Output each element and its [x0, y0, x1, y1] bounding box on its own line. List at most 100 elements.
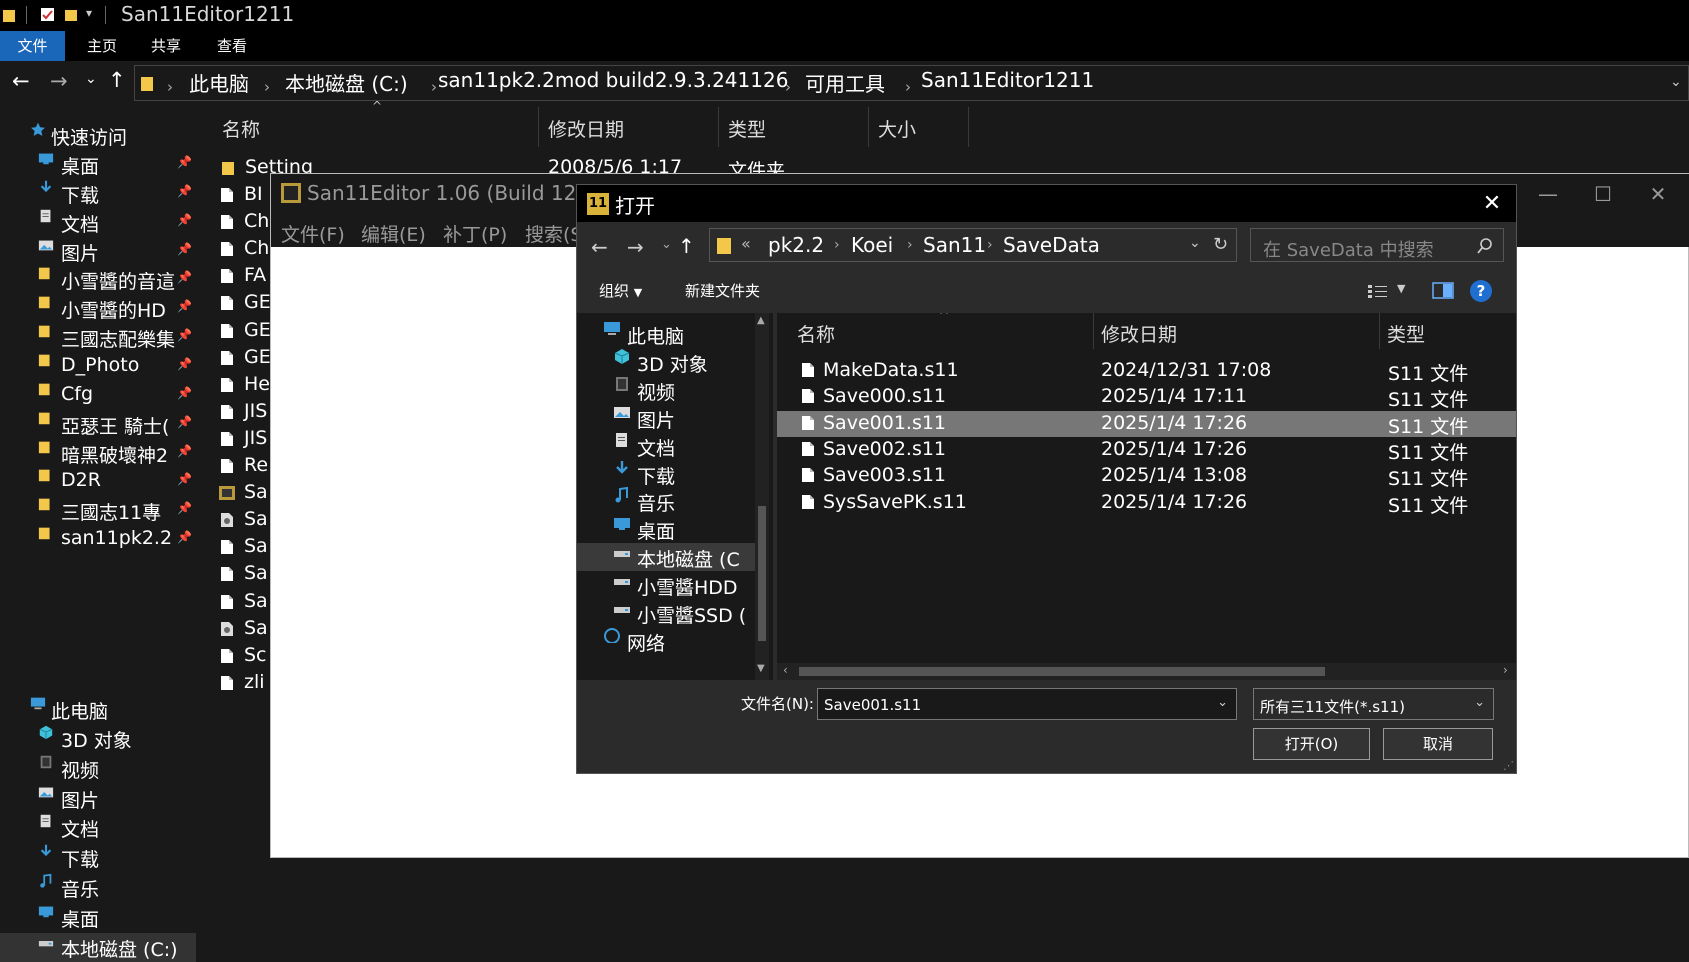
scroll-up-icon[interactable]: ▲	[757, 315, 765, 326]
file-row[interactable]: JIS	[206, 427, 267, 454]
dialog-file-row[interactable]: MakeData.s11 2024/12/31 17:08 S11 文件	[777, 358, 1516, 385]
quick-access-toolbar-dropdown-icon[interactable]: ▾	[86, 6, 92, 20]
recent-locations-chevron-icon[interactable]: ⌄	[661, 237, 672, 252]
dialog-file-row[interactable]: Save003.s11 2025/1/4 13:08 S11 文件	[777, 463, 1516, 490]
resize-grip-icon[interactable]: ⋰	[1503, 759, 1514, 772]
nav-pc-item[interactable]: 桌面	[0, 903, 196, 932]
nav-quick-item[interactable]: 三國志11專 📌	[0, 496, 196, 525]
nav-quick-item[interactable]: 三國志配樂集 📌	[0, 323, 196, 352]
nav-quick-access[interactable]: 快速访问	[0, 121, 196, 150]
dialog-breadcrumb-pk2[interactable]: pk2.2	[768, 233, 824, 257]
file-row[interactable]: Ch	[206, 237, 269, 264]
ribbon-tab-share[interactable]: 共享	[134, 31, 198, 61]
column-header-size[interactable]: 大小	[878, 115, 916, 142]
up-arrow-icon[interactable]: ↑	[678, 234, 695, 258]
nav-pc-item[interactable]: 文档	[0, 813, 196, 842]
breadcrumb-current[interactable]: San11Editor1211	[921, 68, 1094, 92]
scrollbar-thumb[interactable]	[799, 667, 1325, 676]
nav-quick-item[interactable]: D_Photo 📌	[0, 352, 196, 381]
nav-quick-item[interactable]: Cfg 📌	[0, 381, 196, 410]
file-row[interactable]: Sa	[206, 562, 268, 589]
file-row[interactable]: Sa	[206, 590, 268, 617]
nav-quick-item[interactable]: 亞瑟王 騎士(📌	[0, 410, 196, 439]
breadcrumb-san11-folder[interactable]: san11pk2.2mod build2.9.3.241126	[438, 68, 788, 92]
breadcrumb-tools[interactable]: 可用工具	[805, 68, 885, 97]
nav-pc-item[interactable]: 视频	[0, 754, 196, 783]
file-row[interactable]: FA	[206, 264, 266, 291]
new-folder-icon[interactable]	[64, 7, 80, 23]
file-row[interactable]: GE	[206, 319, 271, 346]
dialog-nav-item[interactable]: 此电脑	[577, 320, 757, 348]
menu-patch[interactable]: 补丁(P)	[443, 220, 507, 247]
scroll-left-icon[interactable]: ‹	[783, 663, 788, 677]
open-button[interactable]: 打开(O)	[1253, 728, 1370, 760]
back-arrow-icon[interactable]: ←	[12, 69, 30, 93]
menu-file[interactable]: 文件(F)	[281, 220, 345, 247]
file-row[interactable]: GE	[206, 346, 271, 373]
file-row[interactable]: JIS	[206, 400, 267, 427]
nav-quick-item[interactable]: san11pk2.2 📌	[0, 525, 196, 554]
dialog-nav-item[interactable]: 小雪醬HDD	[577, 571, 757, 599]
nav-quick-item[interactable]: 图片 📌	[0, 237, 196, 266]
chevron-down-icon[interactable]: ⌄	[1474, 695, 1485, 710]
file-type-filter-select[interactable]: 所有三11文件(*.s11) ⌄	[1253, 688, 1494, 720]
scroll-right-icon[interactable]: ›	[1503, 663, 1508, 677]
forward-arrow-icon[interactable]: →	[50, 69, 68, 93]
dialog-nav-item[interactable]: 桌面	[577, 515, 757, 543]
column-header-date[interactable]: 修改日期	[548, 115, 624, 142]
dialog-file-row[interactable]: SysSavePK.s11 2025/1/4 17:26 S11 文件	[777, 490, 1516, 517]
refresh-icon[interactable]: ↻	[1213, 234, 1228, 255]
dialog-nav-item[interactable]: 文档	[577, 432, 757, 460]
cancel-button[interactable]: 取消	[1383, 728, 1493, 760]
nav-quick-item[interactable]: 小雪醬的HD 📌	[0, 294, 196, 323]
back-arrow-icon[interactable]: ←	[591, 235, 608, 259]
column-header-name[interactable]: 名称	[797, 320, 835, 347]
nav-quick-item[interactable]: 桌面 📌	[0, 150, 196, 179]
help-icon[interactable]: ?	[1470, 280, 1492, 302]
file-row[interactable]: Re	[206, 454, 268, 481]
column-header-date[interactable]: 修改日期	[1101, 320, 1177, 347]
file-row[interactable]: BI	[206, 183, 266, 210]
ribbon-tab-home[interactable]: 主页	[70, 31, 134, 61]
ribbon-tab-file[interactable]: 文件	[0, 31, 65, 61]
nav-pc-item[interactable]: 本地磁盘 (C:)	[0, 932, 196, 962]
nav-pc-item[interactable]: 图片	[0, 784, 196, 813]
organize-button[interactable]: 组织 ▼	[599, 280, 642, 301]
file-row[interactable]: GE	[206, 291, 271, 318]
chevron-down-icon[interactable]: ⌄	[1217, 695, 1228, 710]
dialog-file-row[interactable]: Save000.s11 2025/1/4 17:11 S11 文件	[777, 384, 1516, 411]
dialog-nav-item[interactable]: 视频	[577, 376, 757, 404]
dialog-nav-item[interactable]: 小雪醬SSD (	[577, 599, 757, 627]
ribbon-tab-view[interactable]: 查看	[200, 31, 264, 61]
file-row[interactable]: Sa	[206, 481, 268, 508]
dialog-file-row[interactable]: Save002.s11 2025/1/4 17:26 S11 文件	[777, 437, 1516, 464]
nav-pc-item[interactable]: 音乐	[0, 873, 196, 902]
scroll-down-icon[interactable]: ▼	[757, 663, 765, 674]
dialog-nav-item[interactable]: 音乐	[577, 487, 757, 515]
search-input[interactable]: 在 SaveData 中搜索	[1250, 228, 1504, 262]
file-row[interactable]: Sa	[206, 508, 268, 535]
nav-this-pc[interactable]: 此电脑	[0, 695, 196, 724]
recent-locations-chevron-icon[interactable]: ⌄	[85, 71, 97, 87]
nav-quick-item[interactable]: 文档 📌	[0, 208, 196, 237]
column-header-type[interactable]: 类型	[1387, 320, 1425, 347]
properties-icon[interactable]	[40, 7, 56, 23]
address-dropdown-icon[interactable]: ⌄	[1189, 235, 1201, 251]
file-row[interactable]: Sc	[206, 644, 267, 671]
forward-arrow-icon[interactable]: →	[627, 235, 644, 259]
horizontal-scrollbar[interactable]: ‹ ›	[777, 663, 1516, 680]
nav-pc-item[interactable]: 3D 对象	[0, 724, 196, 753]
dialog-breadcrumb-koei[interactable]: Koei	[851, 233, 893, 257]
nav-scrollbar[interactable]: ▲ ▼	[755, 313, 769, 680]
file-row[interactable]: zli	[206, 671, 266, 698]
menu-edit[interactable]: 编辑(E)	[361, 220, 426, 247]
nav-quick-item[interactable]: D2R 📌	[0, 467, 196, 496]
new-folder-button[interactable]: 新建文件夹	[685, 280, 760, 301]
file-row[interactable]: Sa	[206, 617, 268, 644]
breadcrumb-overflow[interactable]: «	[741, 234, 751, 253]
menu-search[interactable]: 搜索(S	[525, 220, 582, 247]
dialog-nav-item[interactable]: 下载	[577, 460, 757, 488]
search-icon[interactable]	[1477, 238, 1493, 254]
scrollbar-thumb[interactable]	[758, 506, 766, 641]
dialog-nav-item[interactable]: 图片	[577, 404, 757, 432]
